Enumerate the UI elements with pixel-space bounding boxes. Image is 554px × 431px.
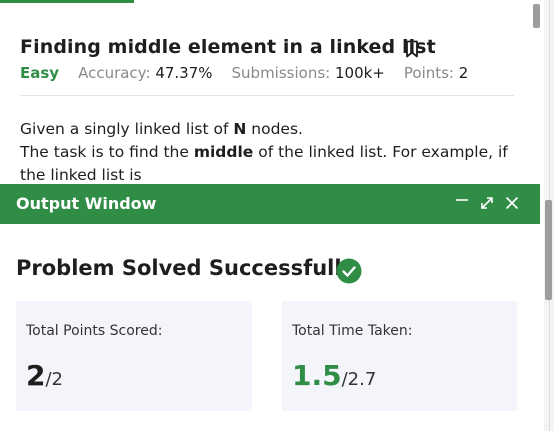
- problem-scrollbar-thumb[interactable]: [533, 4, 540, 28]
- description-text: The task is to find the: [20, 143, 194, 161]
- accuracy-label: Accuracy:: [78, 64, 151, 82]
- output-window-header: Output Window: [0, 184, 540, 224]
- submissions-stat: Submissions: 100k+: [232, 64, 385, 82]
- points-scored-label: Total Points Scored:: [26, 323, 163, 339]
- header-divider: [20, 95, 514, 96]
- description-text: Given a singly linked list of: [20, 120, 234, 138]
- output-window: Output Window Problem Solved Successfull…: [0, 184, 540, 431]
- bookmark-icon[interactable]: [404, 40, 420, 58]
- active-tab-indicator: [0, 0, 134, 3]
- points-scored-card: Total Points Scored: 2 /2: [16, 301, 252, 411]
- check-circle-icon: [336, 258, 362, 284]
- description-line: The task is to find the middle of the li…: [20, 141, 520, 164]
- points-value: 2: [458, 64, 469, 82]
- points-stat: Points: 2: [404, 64, 468, 82]
- time-taken-label: Total Time Taken:: [292, 323, 413, 339]
- minimize-icon[interactable]: [454, 195, 470, 211]
- time-taken-total: /2.7: [341, 369, 377, 390]
- points-scored-value: 2 /2: [26, 359, 63, 392]
- points-scored-number: 2: [26, 359, 46, 392]
- description-text: of the linked list. For example, if: [253, 143, 508, 161]
- points-scored-total: /2: [45, 369, 64, 390]
- description-emphasis: N: [233, 120, 247, 138]
- time-taken-number: 1.5: [292, 359, 342, 392]
- description-line: Given a singly linked list of N nodes.: [20, 118, 520, 141]
- submissions-label: Submissions:: [231, 64, 331, 82]
- accuracy-stat: Accuracy: 47.37%: [78, 64, 212, 82]
- output-window-title: Output Window: [16, 194, 157, 213]
- points-label: Points:: [403, 64, 454, 82]
- description-emphasis: middle: [193, 143, 254, 161]
- close-icon[interactable]: [504, 195, 520, 211]
- accuracy-value: 47.37%: [155, 64, 213, 82]
- time-taken-card: Total Time Taken: 1.5 /2.7: [282, 301, 517, 411]
- difficulty-badge: Easy: [20, 64, 60, 82]
- output-scrollbar-thumb[interactable]: [545, 200, 552, 300]
- problem-meta: Easy Accuracy: 47.37% Submissions: 100k+…: [20, 64, 468, 82]
- problem-description: Given a singly linked list of N nodes. T…: [20, 118, 520, 187]
- problem-page: Finding middle element in a linked list …: [0, 0, 554, 431]
- problem-title: Finding middle element in a linked list: [20, 36, 436, 58]
- time-taken-value: 1.5 /2.7: [292, 359, 376, 392]
- result-heading: Problem Solved Successfully: [16, 256, 356, 280]
- expand-icon[interactable]: [479, 195, 495, 211]
- description-text: nodes.: [246, 120, 303, 138]
- submissions-value: 100k+: [334, 64, 385, 82]
